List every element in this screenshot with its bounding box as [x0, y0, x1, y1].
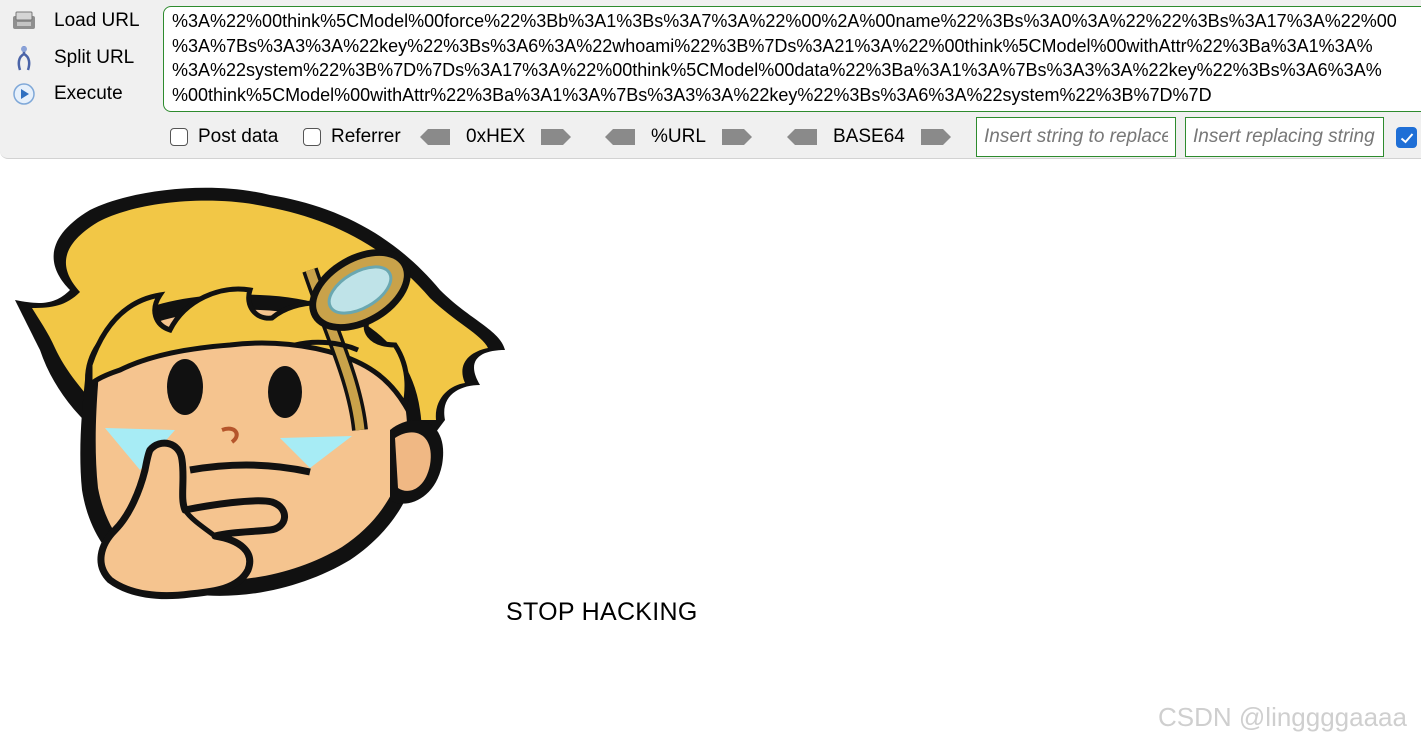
split-url-button[interactable]: Split URL	[8, 43, 158, 73]
hex-decode-arrow-icon[interactable]	[418, 126, 452, 148]
referrer-checkbox[interactable]	[303, 128, 321, 146]
replace-from-input[interactable]	[976, 117, 1176, 157]
split-url-label: Split URL	[54, 47, 135, 68]
execute-button[interactable]: Execute	[8, 79, 158, 109]
base64-encode-arrow-icon[interactable]	[919, 126, 953, 148]
url-encode-arrow-icon[interactable]	[720, 126, 754, 148]
execute-label: Execute	[54, 83, 123, 104]
post-data-checkbox[interactable]	[170, 128, 188, 146]
load-url-label: Load URL	[54, 10, 140, 31]
hex-label: 0xHEX	[466, 126, 526, 147]
split-url-icon	[8, 45, 40, 71]
base64-encoder: BASE64	[785, 124, 953, 150]
url-line: %3A%22%00think%5CModel%00force%22%3Bb%3A…	[172, 11, 1397, 31]
url-textarea[interactable]: %3A%22%00think%5CModel%00force%22%3Bb%3A…	[163, 6, 1421, 112]
hex-encode-arrow-icon[interactable]	[539, 126, 573, 148]
load-url-icon	[8, 8, 40, 34]
thinking-face-image	[15, 187, 505, 600]
hex-encoder: 0xHEX	[418, 124, 573, 150]
url-encoder: %URL	[603, 124, 754, 150]
url-enc-label: %URL	[651, 126, 706, 147]
checkmark-icon	[1400, 132, 1413, 143]
replace-enable-checkbox[interactable]	[1396, 127, 1417, 148]
url-line: %00think%5CModel%00withAttr%22%3Ba%3A1%3…	[172, 84, 1212, 105]
watermark: CSDN @linggggaaaa	[1158, 702, 1407, 732]
load-url-button[interactable]: Load URL	[8, 6, 158, 36]
execute-icon	[8, 81, 40, 107]
hackbar-toolbar: Load URL Split URL Execute %3A%22%00thin…	[0, 0, 1421, 159]
base64-label: BASE64	[833, 126, 905, 147]
stop-hacking-message: STOP HACKING	[506, 598, 698, 626]
base64-decode-arrow-icon[interactable]	[785, 126, 819, 148]
post-data-toggle[interactable]: Post data	[170, 125, 278, 149]
replace-to-input[interactable]	[1185, 117, 1384, 157]
url-decode-arrow-icon[interactable]	[603, 126, 637, 148]
url-line: %3A%7Bs%3A3%3A%22key%22%3Bs%3A6%3A%22who…	[172, 35, 1373, 56]
post-data-label: Post data	[198, 126, 279, 147]
url-line: %3A%22system%22%3B%7D%7Ds%3A17%3A%22%00t…	[172, 60, 1382, 80]
referrer-toggle[interactable]: Referrer	[303, 125, 401, 149]
referrer-label: Referrer	[331, 126, 401, 147]
